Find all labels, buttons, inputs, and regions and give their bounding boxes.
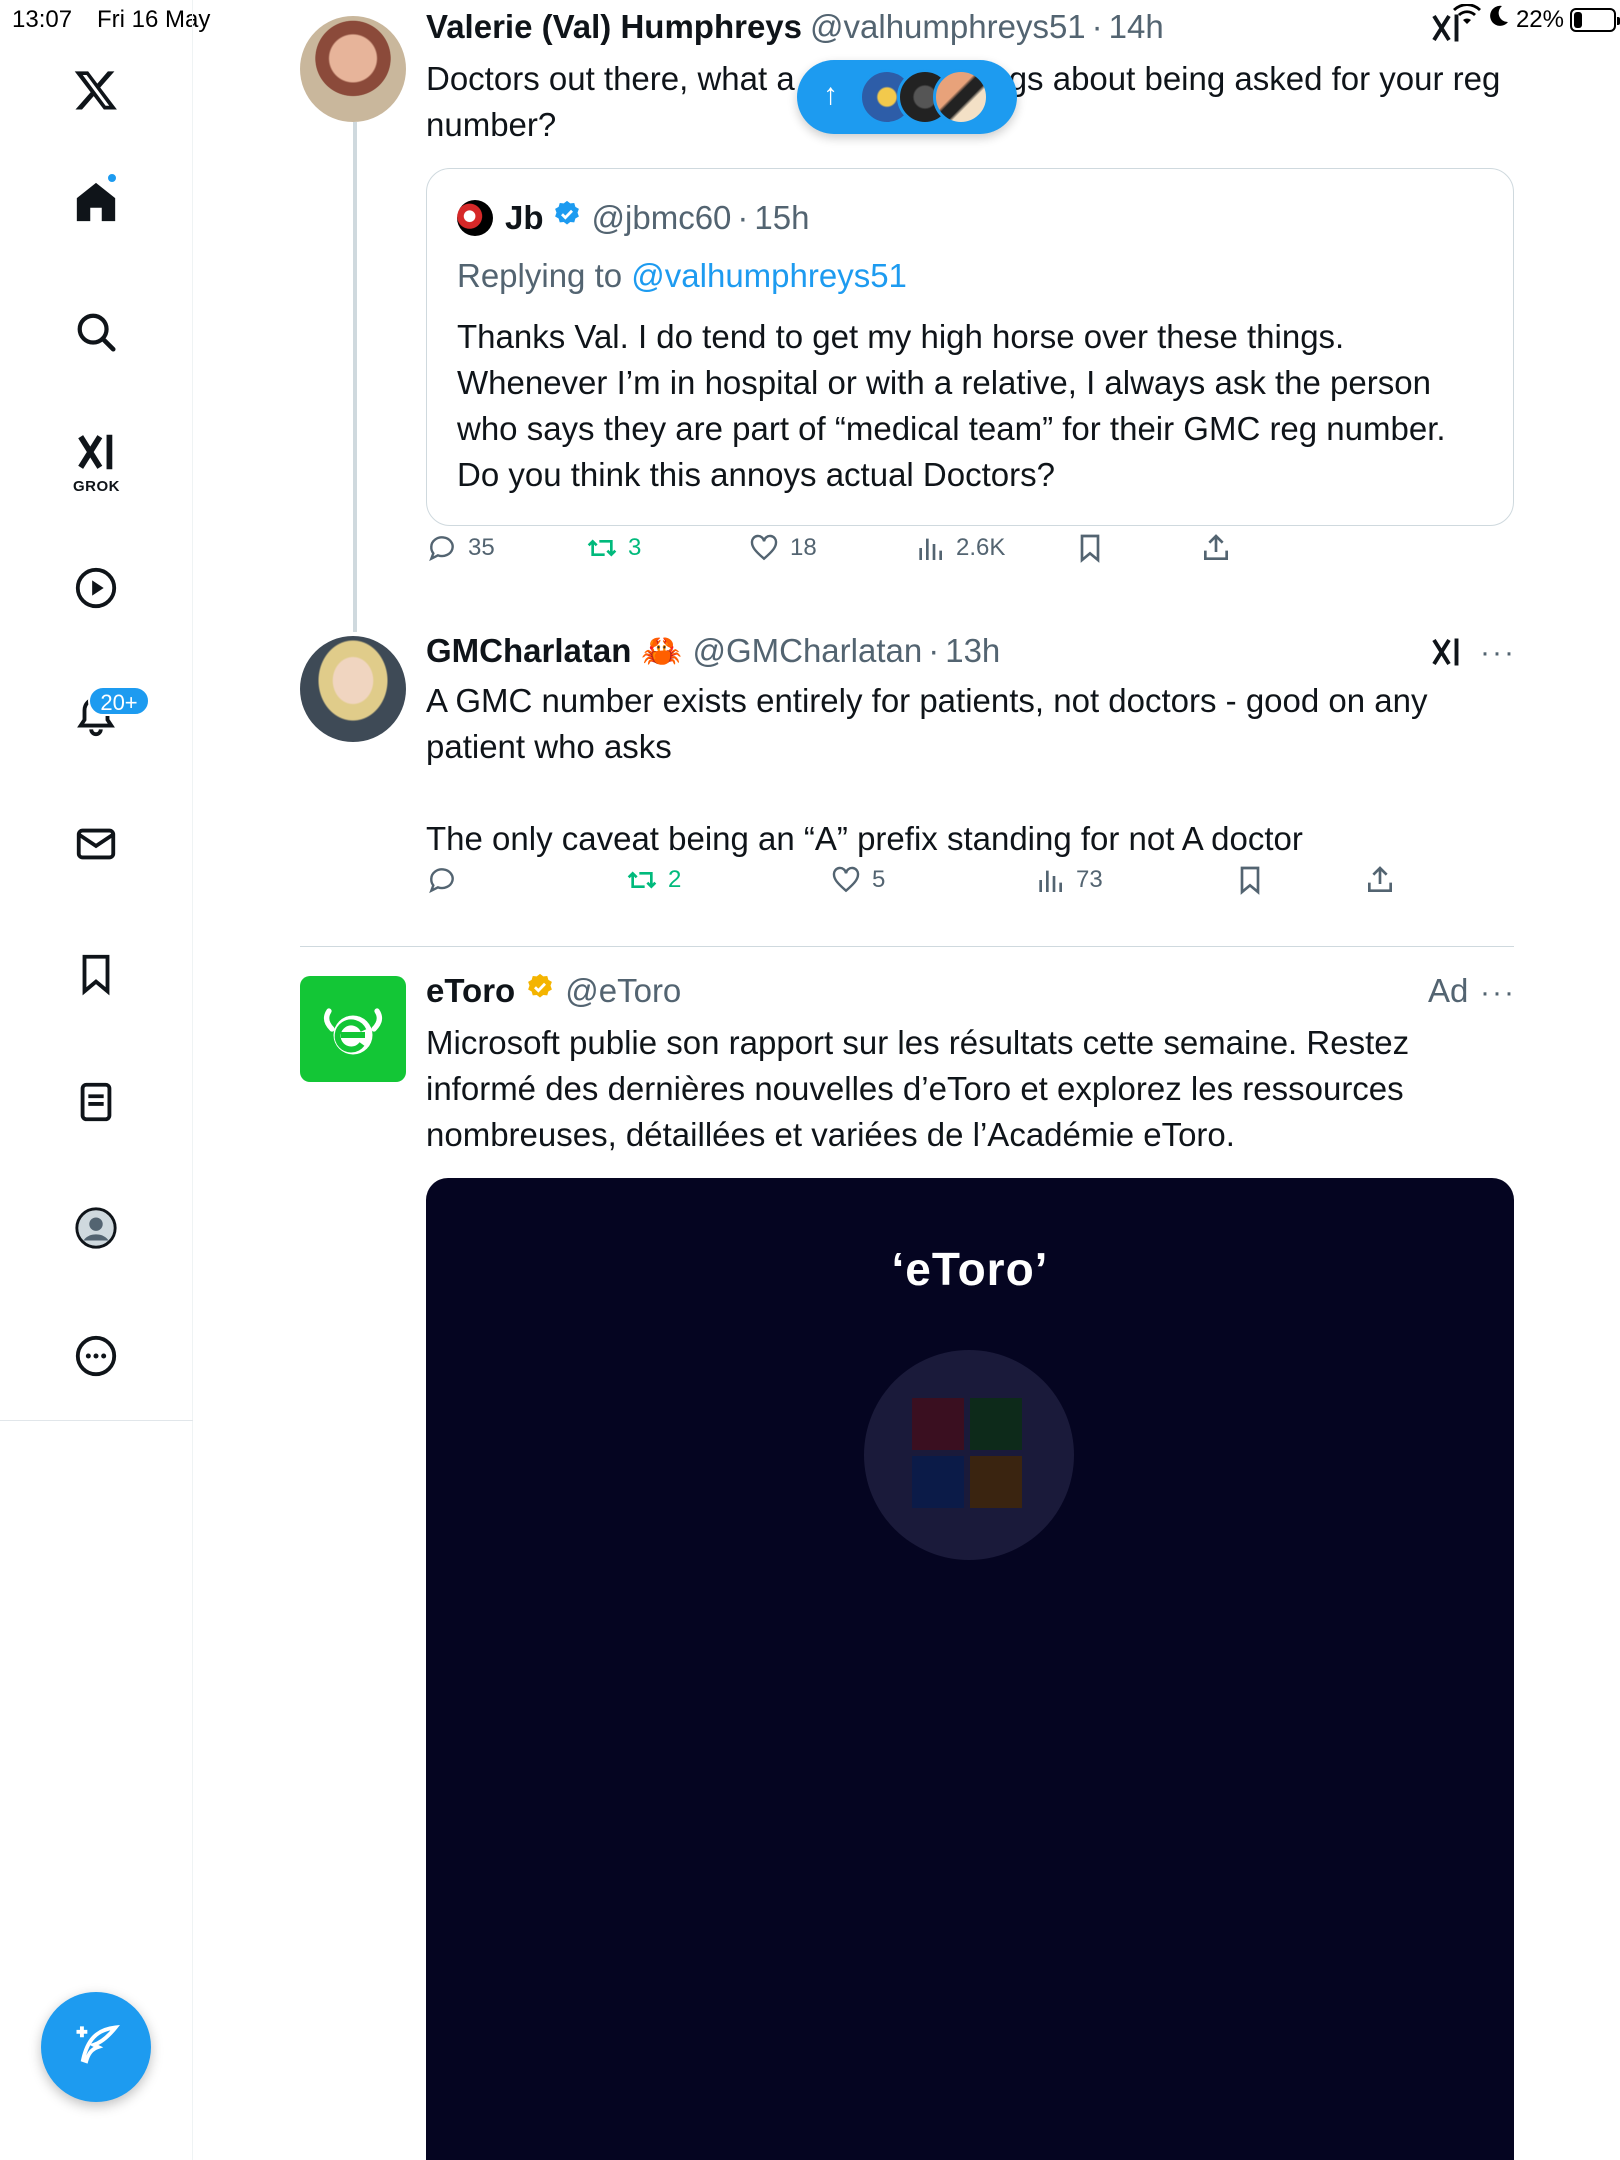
views-button[interactable]: 2.6K [914,532,1005,564]
gold-verified-badge-icon [525,972,555,1010]
reply-button[interactable] [426,864,468,896]
avatar-valerie[interactable] [300,16,406,122]
quote-avatar[interactable] [457,200,493,236]
repost-button[interactable]: 3 [586,532,641,564]
search-icon[interactable] [66,302,126,362]
avatar-gmcharlatan[interactable] [300,636,406,742]
notifications-badge: 20+ [88,686,150,716]
tweet-header-etoro: eToro @eToro [426,972,681,1010]
bookmark-button[interactable] [1234,864,1266,896]
author-name[interactable]: GMCharlatan [426,632,631,670]
author-handle[interactable]: @eToro [565,972,681,1010]
author-name[interactable]: Valerie (Val) Humphreys [426,8,802,46]
tweet-divider [300,946,1514,947]
home-unread-dot [106,172,118,184]
replying-to-link[interactable]: @valhumphreys51 [631,257,907,294]
battery-fill [1574,11,1582,28]
heart-icon [750,534,778,561]
author-handle[interactable]: @GMCharlatan [692,632,922,670]
repost-button[interactable]: 2 [626,864,681,896]
share-button[interactable] [1200,532,1232,564]
bookmark-icon [1080,534,1100,563]
ad-label: Ad [1428,972,1469,1009]
status-right: 22% [1452,3,1620,35]
microsoft-logo-green [970,1398,1022,1450]
etoro-logo-icon [323,1008,383,1055]
reply-icon [429,536,454,562]
replying-to: Replying to @valhumphreys51 [457,257,907,294]
share-icon [1368,866,1392,892]
like-button[interactable]: 18 [748,532,817,564]
like-button[interactable]: 5 [830,864,885,896]
tweet-header-valerie: Valerie (Val) Humphreys @valhumphreys51 … [426,8,1164,46]
microsoft-logo-circle [864,1350,1074,1560]
video-icon[interactable] [66,558,126,618]
battery-icon [1570,7,1620,32]
thread-line [353,122,357,632]
verified-badge-icon [552,199,582,237]
quote-header: Jb @jbmc60 · 15h [457,199,809,237]
compose-feather-icon [76,2025,120,2064]
battery-percent: 22% [1515,5,1564,33]
ad-media[interactable]: ‘eToro’ [426,1178,1514,2160]
tweet-time[interactable]: 14h [1109,8,1164,46]
author-name[interactable]: eToro [426,972,515,1010]
moon-icon [1488,4,1510,35]
author-handle[interactable]: @valhumphreys51 [810,8,1086,46]
share-button[interactable] [1364,864,1396,896]
sidebar: GROK 20+ [0,0,193,2160]
quote-time: 15h [754,199,810,236]
tweet-text-etoro: Microsoft publie son rapport sur les rés… [426,1024,1410,1153]
profile-icon[interactable] [66,1198,126,1258]
more-options-icon[interactable]: ··· [1480,636,1516,670]
reply-button[interactable]: 35 [426,532,495,564]
tweet-text-gmcharlatan: A GMC number exists entirely for patient… [426,678,1506,862]
crab-emoji: 🦀 [641,632,683,669]
grok-icon[interactable] [66,422,126,482]
tweet-paragraph-2: The only caveat being an “A” prefix stan… [426,820,1303,857]
bookmark-icon[interactable] [66,944,126,1004]
quoted-tweet[interactable]: Jb @jbmc60 · 15h Replying to @valhumphre… [426,168,1514,526]
microsoft-logo-red [912,1398,964,1450]
share-icon [1204,534,1228,560]
sidebar-divider [0,1420,193,1421]
bookmark-icon [1240,866,1260,895]
more-options-icon[interactable]: ··· [1480,976,1516,1010]
x-logo-icon[interactable] [66,60,126,120]
etoro-media-logo: ‘eToro’ [891,1243,1049,1295]
tweet-text-line1-start: Doctors out there, what a [426,60,795,97]
microsoft-logo-blue [912,1456,964,1508]
tweet-paragraph-1: A GMC number exists entirely for patient… [426,682,1428,765]
avatar-etoro[interactable] [300,976,406,1082]
bookmark-button[interactable] [1074,532,1106,564]
tweet-time[interactable]: 13h [945,632,1000,670]
reply-icon [429,868,454,894]
grok-icon-tweet2[interactable] [1428,634,1464,675]
repost-icon [627,871,657,889]
quote-text: Thanks Val. I do tend to get my high hor… [457,318,1446,493]
grok-icon-tweet1[interactable] [1428,10,1464,51]
views-button[interactable]: 73 [1034,864,1103,896]
quote-author-name[interactable]: Jb [505,199,544,237]
grok-label: GROK [73,478,120,495]
views-icon [919,538,942,560]
repost-icon [587,539,617,557]
list-icon[interactable] [66,1072,126,1132]
new-post-avatar-3 [933,69,989,125]
mail-icon[interactable] [66,814,126,874]
tweet-text-line1-end: gs about being asked for your reg [1008,60,1501,97]
views-icon [1039,870,1062,892]
heart-icon [832,866,860,893]
more-icon[interactable] [66,1326,126,1386]
quote-author-handle[interactable]: @jbmc60 [592,199,732,237]
new-posts-pill[interactable]: ↑ [797,60,1017,134]
arrow-up-icon: ↑ [823,78,838,111]
microsoft-logo-yellow [970,1456,1022,1508]
tweet-header-gmcharlatan: GMCharlatan 🦀 @GMCharlatan · 13h [426,632,1001,670]
compose-button[interactable] [41,1992,151,2102]
